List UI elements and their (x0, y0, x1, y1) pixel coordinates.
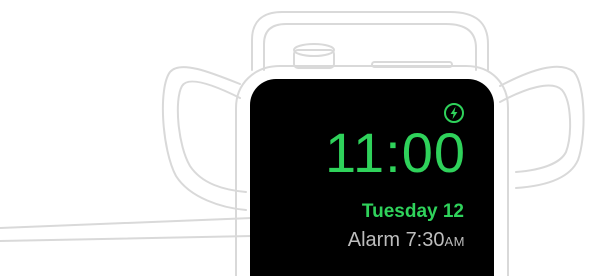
alarm-line: Alarm 7:30AM (348, 230, 465, 250)
watch-illustration: 11:00 Tuesday 12 Alarm 7:30AM (0, 0, 589, 276)
clock-time: 11:00 (325, 121, 466, 184)
alarm-label: Alarm (347, 229, 400, 251)
alarm-time: 7:30 (405, 229, 445, 251)
alarm-am-suffix: AM (444, 234, 465, 249)
date-label: Tuesday 12 (361, 201, 464, 222)
watch-screen: 11:00 Tuesday 12 Alarm 7:30AM (250, 79, 494, 276)
